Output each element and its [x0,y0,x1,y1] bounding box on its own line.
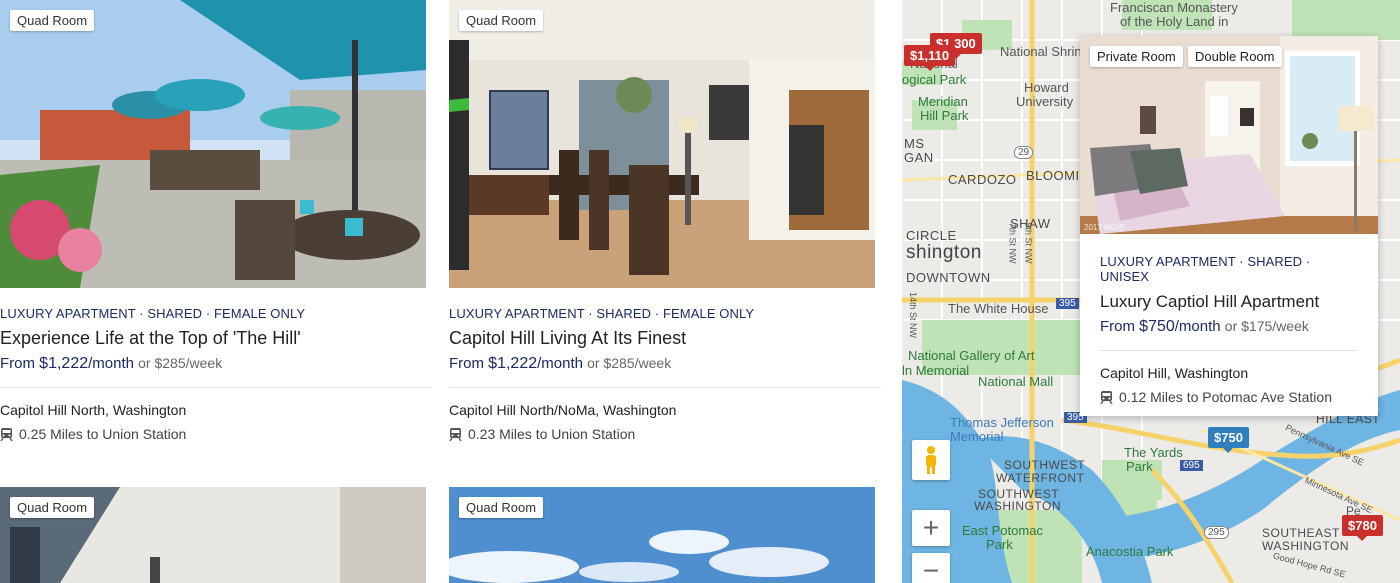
map-label: DOWNTOWN [906,270,991,285]
zoom-in-button[interactable]: + [912,510,950,546]
map-listing-popup[interactable]: Private Room Double Room 2017 MGIS LUXUR… [1080,36,1378,416]
train-icon [1100,390,1113,404]
zoom-in-label: + [922,512,940,543]
listing-card-3[interactable]: Quad Room [0,487,432,583]
street-view-button[interactable] [912,440,950,480]
divider [0,387,432,388]
divider [449,387,881,388]
listing-photo-rooftop[interactable]: Quad Room [0,0,426,288]
map-label: BLOOMI [1026,168,1080,183]
price-unit: /month [537,355,583,372]
price-prefix: From [0,355,35,372]
listing-meta: LUXURY APARTMENT · SHARED · FEMALE ONLY [0,306,306,321]
map-label: Howard [1024,80,1069,95]
price-pin-selected[interactable]: $750 [1208,427,1249,453]
popup-location: Capitol Hill, Washington [1100,365,1249,381]
map-label: National Shrin [1000,44,1082,59]
map-label: National Gallery of Art [908,348,1035,363]
price-week: or $285/week [138,355,223,371]
room-type-badge: Quad Room [459,497,544,518]
pegman-icon [926,446,936,474]
map-label: MS [904,136,925,151]
train-icon [0,427,13,441]
listing-station: 0.23 Miles to Union Station [449,426,881,442]
map-label: Meridian [918,94,968,109]
photo-watermark: 2017 MGIS [1084,223,1125,232]
listing-station: 0.25 Miles to Union Station [0,426,432,442]
price-week: or $285/week [587,355,672,371]
map-label: Anacostia Park [1086,544,1174,559]
price-pin[interactable]: $780 [1342,515,1383,541]
zoom-out-label: − [922,555,940,583]
price-prefix: From [449,355,484,372]
station-text: 0.25 Miles to Union Station [19,426,187,442]
popup-meta: LUXURY APARTMENT · SHARED · UNISEX [1100,254,1311,284]
map-label: Memorial [950,429,1004,444]
street-label: 7th St NW [1007,222,1018,264]
listing-price: From $1,222/month or $285/week [0,355,432,373]
map-label: Park [1126,459,1153,474]
map-label: Park [986,537,1013,552]
listing-location: Capitol Hill North, Washington [0,402,187,418]
map-label: The Yards [1124,445,1183,460]
train-icon [449,427,462,441]
map-label: Franciscan Monastery [1110,0,1238,15]
map-label: WATERFRONT [996,471,1085,485]
divider [1100,350,1358,351]
map-label: Thomas Jefferson [950,415,1054,430]
price-week: or $175/week [1224,318,1309,334]
map-label: SOUTHWEST [1004,458,1086,472]
map-label: East Potomac [962,523,1043,538]
street-label: 14th St NW [908,291,919,339]
map-label: CARDOZO [948,172,1017,187]
room-type-badge: Quad Room [10,10,95,31]
route-shield: 29 [1014,146,1034,159]
map-label: University [1016,94,1074,109]
map-label: National Mall [978,374,1054,389]
listing-card-2[interactable]: Quad Room LUXURY APARTMENT · SHARED · FE… [449,0,881,442]
station-text: 0.12 Miles to Potomac Ave Station [1119,389,1332,405]
map-label: Hill Park [920,108,969,123]
station-text: 0.23 Miles to Union Station [468,426,636,442]
listing-photo-dining[interactable]: Quad Room [449,0,875,288]
popup-station: 0.12 Miles to Potomac Ave Station [1100,389,1358,405]
map-label: shington [906,242,982,263]
listing-title[interactable]: Experience Life at the Top of 'The Hill' [0,328,432,349]
listing-photo-interior[interactable]: Quad Room [0,487,426,583]
room-type-tag: Private Room [1090,46,1183,67]
price-amount: $1,222 [488,355,538,372]
price-unit: /month [1174,318,1221,335]
listing-photo-sky[interactable]: Quad Room [449,487,875,583]
price-amount: $1,222 [39,355,89,372]
zoom-out-button[interactable]: − [912,553,950,583]
room-type-badge: Quad Room [459,10,544,31]
map-label: ln Memorial [902,363,970,378]
popup-photo-bedroom[interactable]: Private Room Double Room 2017 MGIS [1080,36,1378,234]
price-unit: /month [88,355,134,372]
route-shield: 395 [1056,298,1079,309]
map-label: CIRCLE [906,228,957,243]
map-label: The White House [948,301,1049,316]
street-label: 9th St NW [1023,222,1034,264]
map-label: ogical Park [902,72,967,87]
price-pin[interactable]: $1,110 [904,45,956,71]
map-label: GAN [904,150,934,165]
listing-card-4[interactable]: Quad Room [449,487,881,583]
listing-card-1[interactable]: Quad Room LUXURY APARTMENT · SHARED · FE… [0,0,432,442]
route-shield: 295 [1204,526,1229,539]
map-label: of the Holy Land in [1120,14,1229,29]
popup-title[interactable]: Luxury Captiol Hill Apartment [1100,292,1358,312]
room-type-badge: Quad Room [10,497,95,518]
price-prefix: From [1100,318,1135,335]
room-type-tag: Double Room [1188,46,1282,67]
route-shield: 695 [1180,460,1203,471]
listing-location: Capitol Hill North/NoMa, Washington [449,402,677,418]
map-label: SOUTHEAST [1262,526,1340,540]
listing-meta: LUXURY APARTMENT · SHARED · FEMALE ONLY [449,306,755,321]
popup-price: From $750/month or $175/week [1100,318,1358,336]
price-amount: $750 [1139,318,1175,335]
listing-price: From $1,222/month or $285/week [449,355,881,373]
listing-title[interactable]: Capitol Hill Living At Its Finest [449,328,881,349]
map-label: WASHINGTON [974,499,1062,513]
